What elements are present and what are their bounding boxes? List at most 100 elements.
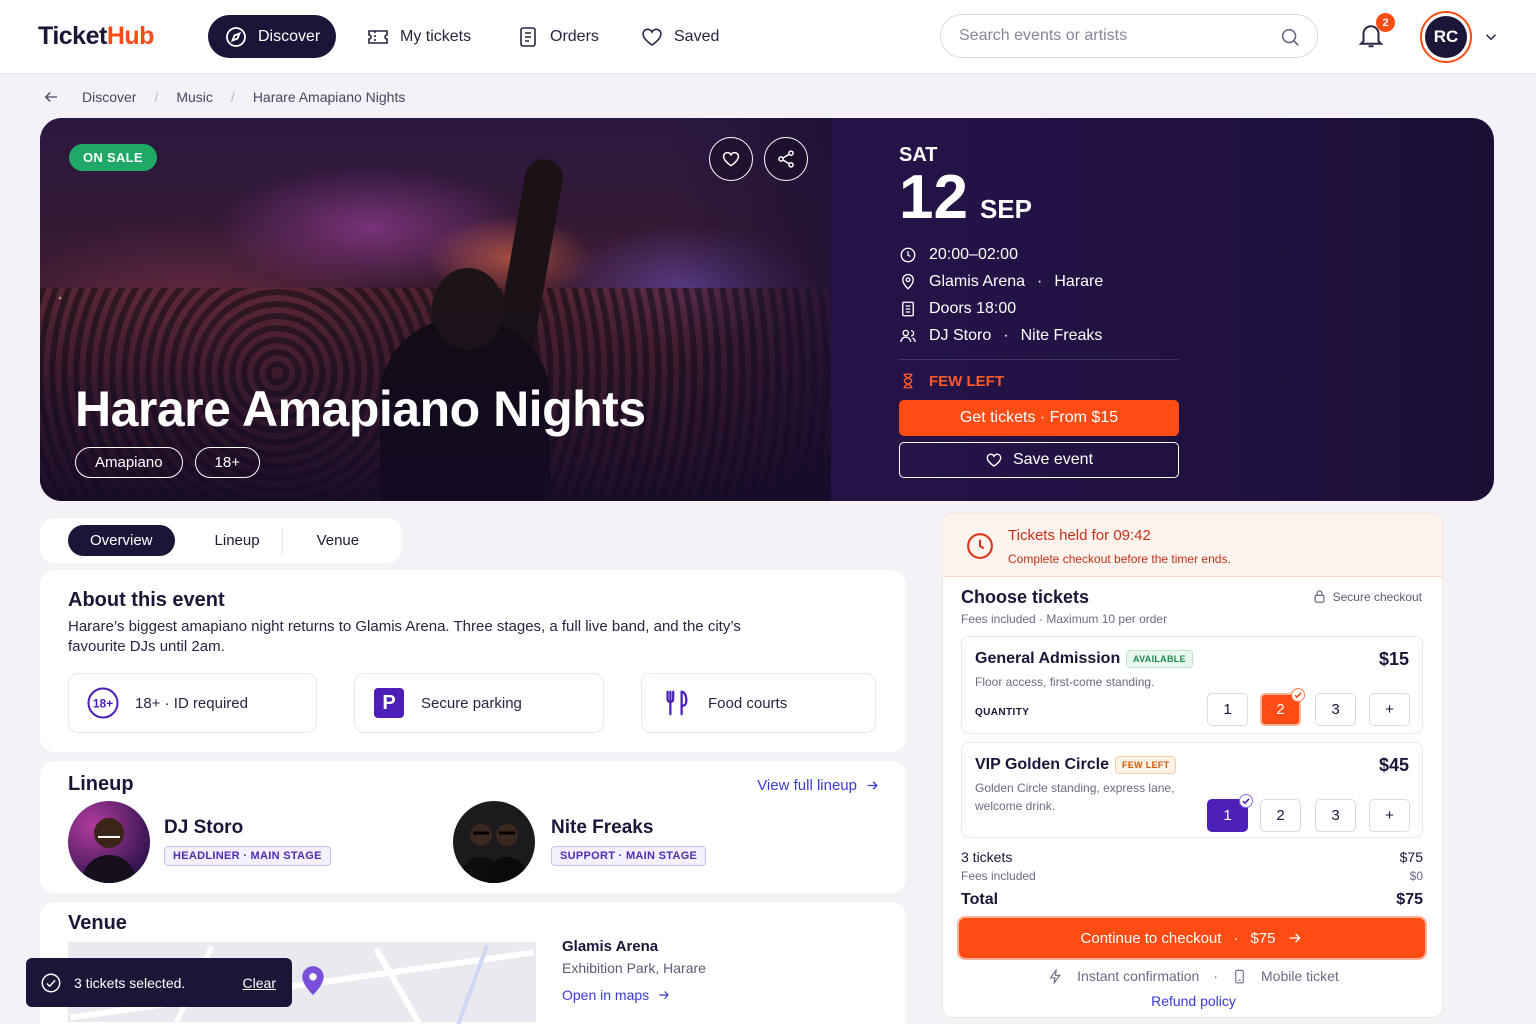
nav-orders[interactable]: Orders (502, 15, 613, 58)
hold-timer-note: Complete checkout before the timer ends. (1008, 552, 1231, 566)
users-icon (900, 329, 916, 342)
arrow-left-icon[interactable] (42, 88, 60, 106)
view-full-lineup-link[interactable]: View full lineup (757, 777, 880, 794)
summary-row-total: Total $75 (961, 891, 1423, 908)
tag-age[interactable]: 18+ (194, 447, 260, 478)
qty-option-3[interactable]: 3 (1315, 799, 1356, 832)
mobile-ticket-icon (1235, 969, 1244, 983)
lineup-heading: Lineup (68, 773, 134, 795)
breadcrumb-separator: / (154, 89, 159, 105)
secure-checkout-label: Secure checkout (1312, 589, 1422, 604)
refund-policy-link[interactable]: Refund policy (943, 993, 1442, 1009)
tab-venue[interactable]: Venue (283, 525, 382, 556)
compass-icon (226, 26, 246, 47)
selection-toast: 3 tickets selected. Clear (26, 958, 292, 1007)
qty-more-button[interactable]: + (1369, 799, 1410, 832)
event-hero: ON SALE Harare Amapiano Nights Amapiano … (40, 118, 1494, 501)
divider (899, 359, 1179, 360)
clock-icon (967, 533, 993, 559)
section-tabs: Overview Lineup Venue (40, 518, 402, 563)
selected-check-icon (1239, 794, 1253, 808)
receipt-icon (520, 26, 536, 47)
feature-parking: P Secure parking (354, 673, 604, 733)
availability-status: FEW LEFT (899, 372, 1179, 390)
heart-icon (986, 453, 1002, 467)
save-event-button[interactable]: Save event (899, 442, 1179, 478)
breadcrumb-separator: / (230, 89, 235, 105)
qty-option-3[interactable]: 3 (1315, 693, 1356, 726)
event-location: Glamis Arena · Harare (899, 268, 1179, 295)
door-icon (902, 301, 914, 316)
hourglass-icon (903, 373, 913, 389)
artist-photo[interactable] (68, 801, 150, 883)
arrow-right-icon (867, 781, 878, 790)
lineup-card: Lineup View full lineup DJ Storo HEADLIN… (40, 761, 906, 893)
breadcrumb-music[interactable]: Music (176, 89, 213, 105)
continue-to-checkout-button[interactable]: Continue to checkout · $75 (957, 916, 1427, 960)
tag-genre[interactable]: Amapiano (75, 447, 183, 478)
map-pin-icon[interactable] (300, 964, 326, 996)
ticket-tier-vip: VIP Golden Circle FEW LEFT $45 Golden Ci… (961, 742, 1423, 838)
search-box (940, 14, 1318, 58)
artist-role-badge: SUPPORT · MAIN STAGE (551, 846, 707, 866)
artist-photo[interactable] (453, 801, 535, 883)
tier-description: Floor access, first-come standing. (975, 675, 1155, 689)
hold-timer: Tickets held for 09:42 (1008, 527, 1151, 544)
choose-tickets-heading: Choose tickets (961, 587, 1090, 607)
nav-my-tickets[interactable]: My tickets (352, 15, 485, 58)
lightning-icon (1049, 968, 1062, 984)
clock-icon (900, 247, 916, 262)
search-icon[interactable] (1279, 26, 1301, 48)
avatar[interactable]: RC (1420, 11, 1472, 63)
event-artists: DJ Storo · Nite Freaks (899, 322, 1179, 349)
arrow-right-icon (1290, 933, 1302, 943)
tab-lineup[interactable]: Lineup (193, 525, 282, 556)
clear-selection-button[interactable]: Clear (243, 975, 276, 991)
fees-note: Fees included · Maximum 10 per order (961, 612, 1168, 626)
share-button[interactable] (764, 137, 808, 181)
tab-overview[interactable]: Overview (68, 525, 175, 556)
breadcrumb-discover[interactable]: Discover (82, 89, 136, 105)
venue-heading: Venue (68, 912, 127, 934)
qty-option-2[interactable]: 2 (1260, 799, 1301, 832)
heart-icon (642, 28, 662, 46)
event-tags: Amapiano 18+ (75, 447, 260, 478)
top-nav: TicketHub Discover My tickets Orders Sav… (0, 0, 1536, 74)
status-badge: ON SALE (69, 144, 157, 171)
favorite-button[interactable] (709, 137, 753, 181)
search-input[interactable] (959, 25, 1259, 47)
nav-saved[interactable]: Saved (626, 15, 733, 58)
share-icon (778, 150, 794, 168)
about-heading: About this event (68, 589, 225, 611)
ticket-icon (368, 29, 388, 44)
qty-more-button[interactable]: + (1369, 693, 1410, 726)
logo[interactable]: TicketHub (38, 22, 154, 51)
event-doors: Doors 18:00 (899, 295, 1179, 322)
event-details: SAT 12 SEP 20:00–02:00 Glamis Arena · Hara… (899, 144, 1179, 390)
heart-icon (722, 151, 740, 167)
nav-discover[interactable]: Discover (208, 15, 337, 58)
selected-check-icon (1291, 688, 1305, 702)
hero-image (40, 118, 831, 501)
about-description: Harare’s biggest amapiano night returns … (68, 618, 741, 655)
qty-option-1[interactable]: 1 (1207, 693, 1248, 726)
about-card: About this event Harare’s biggest amapia… (40, 570, 906, 752)
open-in-maps-link[interactable]: Open in maps (562, 987, 671, 1003)
get-tickets-button[interactable]: Get tickets · From $15 (899, 400, 1179, 436)
summary-row-count: 3 tickets $75 (961, 849, 1423, 865)
ticket-panel: Tickets held for 09:42 Complete checkout… (942, 513, 1443, 1018)
venue-address: Exhibition Park, Harare (562, 960, 706, 976)
tier-badge: AVAILABLE (1126, 650, 1193, 668)
tier-price: $45 (1378, 755, 1409, 775)
chevron-down-icon[interactable] (1482, 28, 1500, 46)
image-overlay (40, 118, 831, 501)
tier-name: VIP Golden Circle (975, 756, 1109, 773)
tier-price: $15 (1378, 649, 1409, 669)
artist-name: Nite Freaks (551, 817, 654, 838)
checkout-features: Instant confirmation · Mobile ticket (943, 968, 1442, 984)
lock-icon (1314, 590, 1325, 603)
svg-text:18+: 18+ (93, 697, 113, 711)
breadcrumb: Discover / Music / Harare Amapiano Night… (42, 88, 405, 106)
map-pin-icon (902, 273, 914, 290)
artist-name: DJ Storo (164, 817, 244, 838)
